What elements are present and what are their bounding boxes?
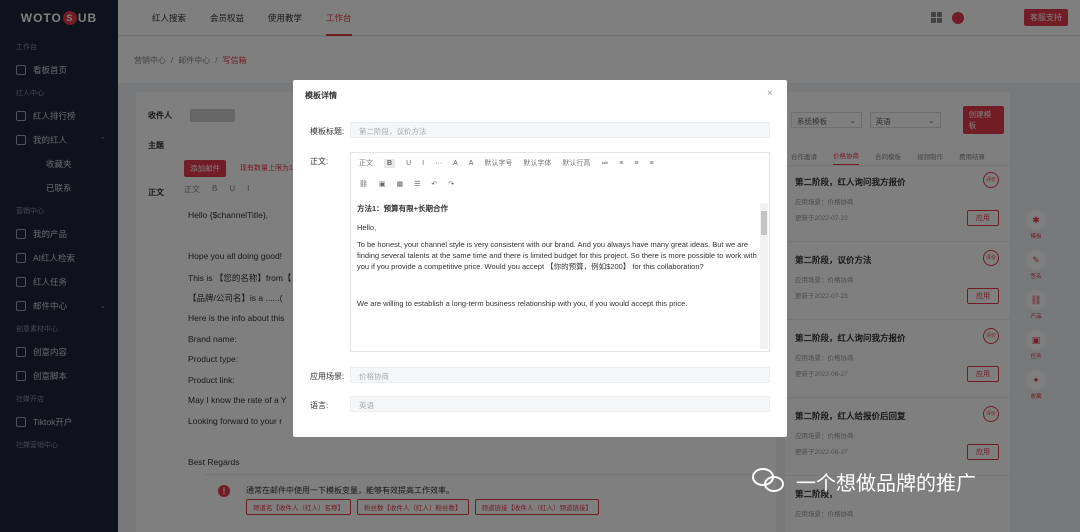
editor-toolbar-row-2: ⛓ ▣ ▦ ☰ ↶ ↷ bbox=[351, 180, 454, 188]
underline-button[interactable]: U bbox=[406, 160, 411, 167]
editor-content[interactable]: 方法1：预算有限+长期合作 Hello, To be honest, your … bbox=[357, 203, 757, 349]
content-heading: 方法1：预算有限+长期合作 bbox=[357, 204, 449, 213]
editor-scrollbar[interactable] bbox=[760, 203, 768, 349]
table-icon[interactable]: ▦ bbox=[397, 180, 404, 188]
scene-label: 应用场景: bbox=[310, 372, 345, 381]
content-paragraph: To be honest, your channel style is very… bbox=[357, 240, 757, 271]
wechat-logo-icon bbox=[752, 466, 788, 496]
template-title-label: 模板标题: bbox=[310, 127, 345, 136]
paragraph-select[interactable]: 正文 bbox=[359, 158, 373, 168]
watermark-text: 一个想做品牌的推广 bbox=[796, 470, 976, 495]
undo-icon[interactable]: ↶ bbox=[431, 180, 437, 188]
indent-icon[interactable]: ≡ bbox=[650, 160, 654, 167]
numbered-list-icon[interactable]: ≡ bbox=[619, 160, 623, 167]
line-height-select[interactable]: 默认行高 bbox=[562, 158, 590, 168]
font-color-button[interactable]: A bbox=[453, 160, 458, 167]
body-label: 正文: bbox=[310, 157, 329, 166]
scrollbar-thumb[interactable] bbox=[761, 211, 767, 235]
font-size-select[interactable]: 默认字号 bbox=[484, 158, 512, 168]
more-icon[interactable]: ··· bbox=[435, 160, 442, 167]
image-icon[interactable]: ▣ bbox=[379, 180, 386, 188]
watermark: 一个想做品牌的推广 bbox=[752, 466, 976, 496]
modal-title: 模板详情 bbox=[305, 91, 337, 100]
content-paragraph: We are willing to establish a long-term … bbox=[357, 299, 688, 308]
close-icon[interactable]: × bbox=[767, 88, 773, 99]
scene-field[interactable]: 价格协商 bbox=[350, 367, 770, 383]
bold-button[interactable]: B bbox=[384, 158, 396, 168]
italic-button[interactable]: I bbox=[422, 160, 424, 167]
align-icon[interactable]: ≡ bbox=[635, 160, 639, 167]
template-title-field[interactable]: 第二阶段，议价方法 bbox=[350, 122, 770, 138]
language-label: 语言: bbox=[310, 401, 329, 410]
template-body-editor: 正文 B U I ··· A A 默认字号 默认字体 默认行高 ≔ ≡ ≡ ≡ … bbox=[350, 152, 770, 352]
template-detail-modal: 模板详情 × 模板标题: 第二阶段，议价方法 正文: 正文 B U I ··· … bbox=[293, 80, 787, 437]
bullet-list-icon[interactable]: ≔ bbox=[601, 159, 608, 167]
editor-toolbar-row-1: 正文 B U I ··· A A 默认字号 默认字体 默认行高 ≔ ≡ ≡ ≡ bbox=[351, 158, 654, 168]
font-family-select[interactable]: 默认字体 bbox=[523, 158, 551, 168]
content-greeting: Hello, bbox=[357, 223, 377, 232]
language-field[interactable]: 英语 bbox=[350, 396, 770, 412]
highlight-button[interactable]: A bbox=[469, 160, 474, 167]
redo-icon[interactable]: ↷ bbox=[448, 180, 454, 188]
link-icon[interactable]: ⛓ bbox=[359, 180, 368, 188]
divider-icon[interactable]: ☰ bbox=[414, 180, 420, 188]
